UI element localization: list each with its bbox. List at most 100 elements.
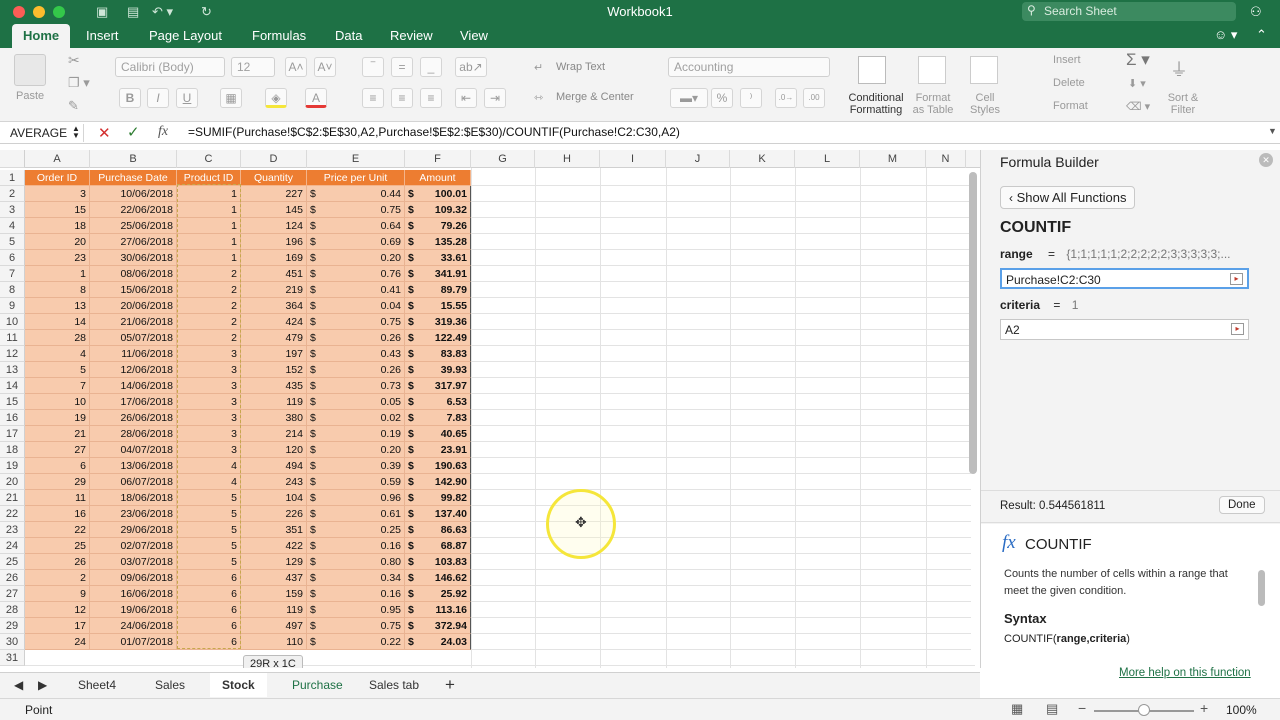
decrease-indent-icon[interactable]: ⇤ <box>455 88 477 108</box>
wrap-text-button[interactable]: Wrap Text <box>556 61 605 73</box>
table-cell[interactable]: 152 <box>241 362 307 378</box>
table-cell[interactable]: 7 <box>25 378 90 394</box>
table-cell[interactable]: 351 <box>241 522 307 538</box>
table-cell[interactable]: 10/06/2018 <box>90 186 177 202</box>
table-cell[interactable]: 21 <box>25 426 90 442</box>
table-cell[interactable]: 19/06/2018 <box>90 602 177 618</box>
autosum-icon[interactable]: Σ ▾ <box>1126 50 1150 70</box>
decrease-font-icon[interactable]: A˅ <box>314 57 336 77</box>
table-cell[interactable]: 364 <box>241 298 307 314</box>
table-cell[interactable]: 226 <box>241 506 307 522</box>
font-size-select[interactable]: 12 <box>231 57 275 77</box>
align-top-icon[interactable]: ‾ <box>362 57 384 77</box>
table-cell[interactable]: 16 <box>25 506 90 522</box>
table-cell[interactable]: 9 <box>25 586 90 602</box>
table-cell[interactable]: 424 <box>241 314 307 330</box>
table-cell[interactable]: 17/06/2018 <box>90 394 177 410</box>
table-cell[interactable]: $135.28 <box>405 234 471 250</box>
sheet-tab-sheet4[interactable]: Sheet4 <box>78 678 116 692</box>
table-cell[interactable]: $190.63 <box>405 458 471 474</box>
table-cell[interactable]: 3 <box>25 186 90 202</box>
delete-cells-button[interactable]: Delete <box>1053 77 1085 89</box>
table-cell[interactable]: 28/06/2018 <box>90 426 177 442</box>
table-cell[interactable]: 169 <box>241 250 307 266</box>
table-cell[interactable]: 08/06/2018 <box>90 266 177 282</box>
table-cell[interactable]: $68.87 <box>405 538 471 554</box>
table-cell[interactable]: $15.55 <box>405 298 471 314</box>
table-cell[interactable]: 05/07/2018 <box>90 330 177 346</box>
next-sheet-icon[interactable]: ▶ <box>38 678 47 692</box>
column-header-g[interactable]: G <box>471 150 535 168</box>
row-header[interactable]: 7 <box>0 266 25 282</box>
table-cell[interactable]: $0.59 <box>307 474 405 490</box>
row-header[interactable]: 6 <box>0 250 25 266</box>
sheet-tab-stock[interactable]: Stock <box>210 673 267 697</box>
table-cell[interactable]: $0.34 <box>307 570 405 586</box>
table-cell[interactable]: $0.75 <box>307 618 405 634</box>
table-cell[interactable]: $103.83 <box>405 554 471 570</box>
table-cell[interactable]: $142.90 <box>405 474 471 490</box>
table-cell[interactable]: 03/07/2018 <box>90 554 177 570</box>
table-cell[interactable]: 497 <box>241 618 307 634</box>
table-cell[interactable]: $0.41 <box>307 282 405 298</box>
table-cell[interactable]: $341.91 <box>405 266 471 282</box>
cut-icon[interactable]: ✂ <box>68 52 80 69</box>
borders-icon[interactable]: ▦ <box>220 88 242 108</box>
table-cell[interactable]: $86.63 <box>405 522 471 538</box>
table-cell[interactable]: 11/06/2018 <box>90 346 177 362</box>
row-header[interactable]: 14 <box>0 378 25 394</box>
table-cell[interactable]: 451 <box>241 266 307 282</box>
decrease-decimal-icon[interactable]: .00 <box>803 88 825 108</box>
row-header[interactable]: 1 <box>0 170 25 186</box>
table-cell[interactable]: 27/06/2018 <box>90 234 177 250</box>
table-cell[interactable]: $25.92 <box>405 586 471 602</box>
row-header[interactable]: 18 <box>0 442 25 458</box>
table-cell[interactable]: $0.76 <box>307 266 405 282</box>
normal-view-icon[interactable]: ▦ <box>1011 701 1023 717</box>
select-all-corner[interactable] <box>0 150 25 168</box>
row-header[interactable]: 31 <box>0 650 25 666</box>
cancel-formula-icon[interactable]: ✕ <box>98 124 111 142</box>
table-cell[interactable]: 21/06/2018 <box>90 314 177 330</box>
table-cell[interactable]: 11 <box>25 490 90 506</box>
table-cell[interactable]: $99.82 <box>405 490 471 506</box>
conditional-formatting-button[interactable]: Conditional Formatting <box>846 92 906 116</box>
row-header[interactable]: 16 <box>0 410 25 426</box>
bold-icon[interactable]: B <box>119 88 141 108</box>
ribbon-collapse-icon[interactable]: ⌃ <box>1256 27 1267 43</box>
row-header[interactable]: 11 <box>0 330 25 346</box>
tab-page-layout[interactable]: Page Layout <box>149 28 222 43</box>
criteria-collapse-icon[interactable]: ▸ <box>1231 323 1244 335</box>
row-header[interactable]: 22 <box>0 506 25 522</box>
table-cell[interactable]: 20 <box>25 234 90 250</box>
align-center-icon[interactable]: ≡ <box>391 88 413 108</box>
table-cell[interactable]: 18 <box>25 218 90 234</box>
table-cell[interactable]: 24/06/2018 <box>90 618 177 634</box>
table-cell[interactable]: $0.80 <box>307 554 405 570</box>
table-cell[interactable]: $0.43 <box>307 346 405 362</box>
font-name-select[interactable]: Calibri (Body) <box>115 57 225 77</box>
format-cells-button[interactable]: Format <box>1053 100 1088 112</box>
column-header-l[interactable]: L <box>795 150 860 168</box>
column-header-e[interactable]: E <box>307 150 405 168</box>
table-header-cell[interactable]: Quantity <box>241 170 307 186</box>
row-header[interactable]: 29 <box>0 618 25 634</box>
table-cell[interactable]: 119 <box>241 394 307 410</box>
align-left-icon[interactable]: ≡ <box>362 88 384 108</box>
criteria-input[interactable]: A2 ▸ <box>1000 319 1249 340</box>
table-cell[interactable]: $0.95 <box>307 602 405 618</box>
more-help-link[interactable]: More help on this function <box>1119 667 1251 679</box>
column-header-k[interactable]: K <box>730 150 795 168</box>
table-cell[interactable]: $0.05 <box>307 394 405 410</box>
tab-formulas[interactable]: Formulas <box>252 28 306 43</box>
close-panel-icon[interactable]: ✕ <box>1259 153 1273 167</box>
currency-format-icon[interactable]: ▬▾ <box>670 88 708 108</box>
formula-input[interactable]: =SUMIF(Purchase!$C$2:$E$30,A2,Purchase!$… <box>188 125 680 139</box>
table-cell[interactable]: $89.79 <box>405 282 471 298</box>
paste-button[interactable]: Paste <box>16 90 44 102</box>
underline-icon[interactable]: U <box>176 88 198 108</box>
row-header[interactable]: 3 <box>0 202 25 218</box>
table-cell[interactable]: 14 <box>25 314 90 330</box>
page-layout-view-icon[interactable]: ▤ <box>1046 701 1058 717</box>
row-header[interactable]: 19 <box>0 458 25 474</box>
